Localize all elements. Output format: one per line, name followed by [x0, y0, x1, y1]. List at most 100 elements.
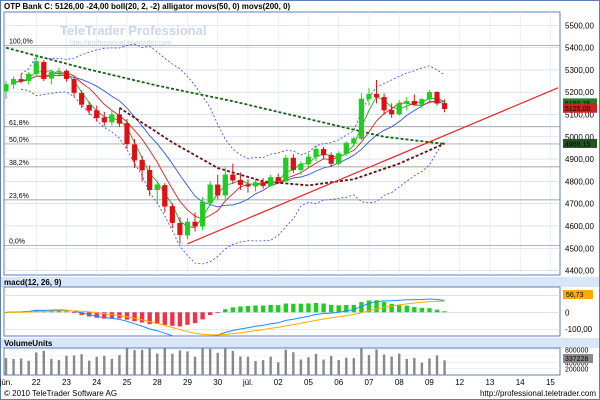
volume-bar — [35, 352, 38, 375]
candle-body — [207, 184, 213, 203]
candle-body — [169, 206, 175, 223]
macd-hist-bar — [298, 303, 304, 313]
volume-bar — [390, 356, 393, 375]
candle-body — [10, 79, 17, 85]
price-tick-label: 4900,00 — [565, 155, 594, 164]
macd-tick-label: -100,00 — [565, 325, 593, 334]
volume-bar — [27, 360, 30, 375]
date-tick-label: 12 — [455, 378, 464, 387]
date-tick-label: 14 — [516, 378, 525, 387]
date-tick-label: 02 — [274, 378, 283, 387]
candle-body — [109, 114, 115, 123]
fib-label: 0,0% — [9, 239, 25, 246]
macd-hist-bar — [207, 312, 213, 316]
macd-hist-bar — [245, 306, 251, 313]
macd-hist-bar — [336, 305, 341, 313]
candle-body — [283, 157, 289, 182]
volume-bar — [201, 348, 204, 375]
date-tick-label: jún. — [0, 378, 12, 387]
date-tick-label: 13 — [485, 378, 494, 387]
fib-label: 38,2% — [9, 160, 29, 167]
macd-hist-bar — [215, 312, 220, 314]
volume-bar — [314, 353, 318, 375]
candle-body — [275, 177, 281, 182]
macd-hist-bar — [200, 312, 205, 320]
fib-label: 23,6% — [9, 193, 29, 200]
volume-bar — [269, 356, 272, 375]
macd-hist-bar — [230, 307, 236, 313]
volume-title: VolumeUnits — [4, 339, 53, 348]
volume-bar — [72, 355, 76, 375]
candle-body — [124, 123, 130, 145]
price-tick-label: 5200,00 — [565, 88, 594, 97]
candle-body — [192, 221, 198, 227]
macd-hist-bar — [170, 312, 175, 326]
volume-bar — [193, 356, 197, 375]
price-tick-label: 4400,00 — [565, 267, 594, 276]
candle-body — [131, 144, 138, 161]
price-badge: 4968,15 — [565, 141, 590, 148]
volume-bar — [125, 348, 129, 375]
candle-body — [147, 170, 153, 191]
candle-body — [63, 70, 70, 80]
volume-badge: 337228 — [565, 356, 588, 363]
volume-bar — [87, 360, 91, 375]
price-tick-label: 5400,00 — [565, 44, 594, 53]
macd-hist-bar — [177, 312, 183, 327]
macd-hist-bar — [404, 305, 409, 313]
candle-body — [260, 182, 266, 187]
volume-bar — [57, 359, 61, 375]
candle-body — [18, 79, 24, 82]
date-tick-label: 06 — [334, 378, 343, 387]
volume-bar — [156, 353, 159, 375]
candle-body — [343, 142, 349, 154]
volume-bar — [178, 350, 182, 375]
macd-hist-bar — [419, 307, 425, 313]
date-tick-label: 30 — [213, 378, 222, 387]
volume-bar — [337, 359, 340, 375]
candle-body — [404, 100, 410, 104]
date-tick-label: 28 — [153, 378, 162, 387]
volume-bar — [367, 355, 371, 375]
volume-bar — [420, 362, 424, 375]
macd-hist-bar — [328, 304, 334, 313]
macd-hist-bar — [291, 303, 296, 313]
candle-body — [298, 163, 304, 170]
candle-body — [252, 182, 259, 187]
candle-body — [389, 109, 395, 115]
fib-label: 100,0% — [9, 38, 33, 45]
date-tick-label: 25 — [123, 378, 132, 387]
candle-body — [154, 184, 160, 191]
candle-body — [162, 185, 168, 207]
stock-chart: 100,0% 61,8% 50,0% 38,2% 23,6% 0,0% TeleTrade… — [0, 0, 600, 400]
candle-body — [79, 92, 85, 105]
volume-plot-area — [3, 347, 561, 376]
candle-body — [320, 148, 327, 156]
candle-body — [373, 93, 380, 98]
macd-hist-bar — [139, 312, 145, 323]
price-tick-label: 5500,00 — [565, 21, 594, 30]
macd-hist-bar — [132, 312, 137, 322]
macd-hist-bar — [64, 311, 69, 313]
chart-title: OTP Bank C: 5126,00 -24,00 boll(20, 2, -… — [4, 2, 291, 11]
candle-body — [215, 184, 221, 196]
volume-bar — [284, 349, 287, 375]
macd-hist-bar — [321, 303, 326, 313]
candle-body — [222, 174, 228, 196]
volume-bar — [405, 358, 408, 375]
volume-bar — [4, 357, 8, 375]
volume-bar — [352, 358, 356, 375]
volume-bar — [246, 356, 250, 375]
candle-body — [441, 103, 448, 109]
candle-body — [358, 98, 364, 139]
watermark-url: http://professional.teletrader.com — [70, 40, 172, 47]
volume-bar — [428, 358, 431, 375]
volume-bar — [322, 359, 325, 375]
volume-title-bar — [1, 338, 599, 348]
candle-body — [139, 160, 145, 171]
candle-body — [230, 174, 236, 181]
date-tick-label: júl. — [242, 378, 253, 387]
candle-body — [86, 104, 92, 111]
macd-hist-bar — [192, 312, 198, 324]
volume-bar — [277, 362, 280, 375]
